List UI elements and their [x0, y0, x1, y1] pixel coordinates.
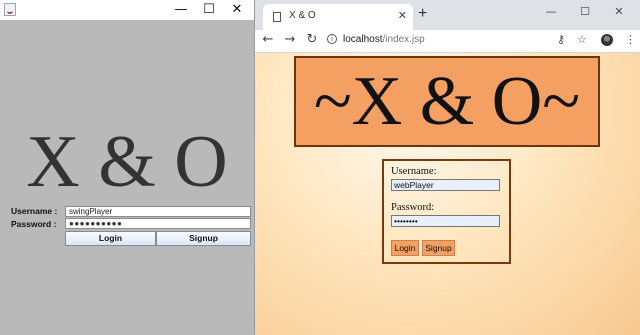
swing-game-title: X & O [26, 121, 228, 203]
tab-strip: X & O ✕ + — ☐ ✕ [255, 0, 640, 30]
web-username-field[interactable]: webPlayer [391, 179, 500, 191]
back-icon[interactable]: ← [259, 31, 277, 49]
web-signup-button[interactable]: Signup [422, 240, 455, 256]
browser-window: X & O ✕ + — ☐ ✕ ← → ↻ i localhost/index.… [254, 0, 640, 335]
close-icon[interactable]: ✕ [607, 5, 631, 18]
maximize-icon[interactable]: ☐ [195, 0, 223, 20]
swing-login-button[interactable]: Login [65, 231, 156, 246]
page-viewport: ~X & O~ Username: webPlayer Password: ••… [255, 53, 640, 335]
key-icon[interactable]: ⚷ [557, 33, 565, 46]
close-icon[interactable]: ✕ [223, 0, 251, 20]
browser-tab[interactable]: X & O ✕ [263, 4, 413, 30]
login-form: Username: webPlayer Password: •••••••• L… [382, 159, 511, 264]
minimize-icon[interactable]: — [167, 0, 195, 20]
url-path: /index.jsp [382, 34, 425, 45]
minimize-icon[interactable]: — [539, 5, 563, 18]
forward-icon[interactable]: → [281, 31, 299, 49]
web-login-button[interactable]: Login [391, 240, 419, 256]
browser-toolbar: ← → ↻ i localhost/index.jsp ⚷ ☆ ⋮ [255, 30, 640, 53]
swing-window: — ☐ ✕ X & O Username : swingPlayer Passw… [0, 0, 254, 335]
swing-password-field[interactable]: ●●●●●●●●●● [65, 218, 251, 229]
info-icon[interactable]: i [327, 34, 337, 44]
swing-signup-button[interactable]: Signup [156, 231, 251, 246]
avatar[interactable] [601, 34, 613, 46]
document-icon [273, 12, 281, 22]
tab-close-icon[interactable]: ✕ [398, 9, 407, 22]
web-username-label: Username: [391, 166, 437, 177]
swing-titlebar: — ☐ ✕ [0, 0, 254, 20]
maximize-icon[interactable]: ☐ [573, 5, 597, 18]
swing-username-label: Username : [11, 206, 58, 216]
address-bar[interactable]: localhost/index.jsp [343, 34, 425, 45]
java-app-icon [4, 3, 16, 16]
new-tab-icon[interactable]: + [418, 5, 427, 23]
swing-password-label: Password : [11, 219, 57, 229]
reload-icon[interactable]: ↻ [303, 31, 321, 49]
url-host: localhost [343, 34, 383, 45]
tab-title: X & O [289, 10, 316, 21]
star-icon[interactable]: ☆ [577, 33, 587, 46]
page-banner: ~X & O~ [294, 56, 600, 147]
swing-username-field[interactable]: swingPlayer [65, 206, 251, 217]
web-password-field[interactable]: •••••••• [391, 215, 500, 227]
web-password-label: Password: [391, 202, 435, 213]
menu-icon[interactable]: ⋮ [625, 33, 636, 46]
page-title: ~X & O~ [313, 63, 581, 140]
